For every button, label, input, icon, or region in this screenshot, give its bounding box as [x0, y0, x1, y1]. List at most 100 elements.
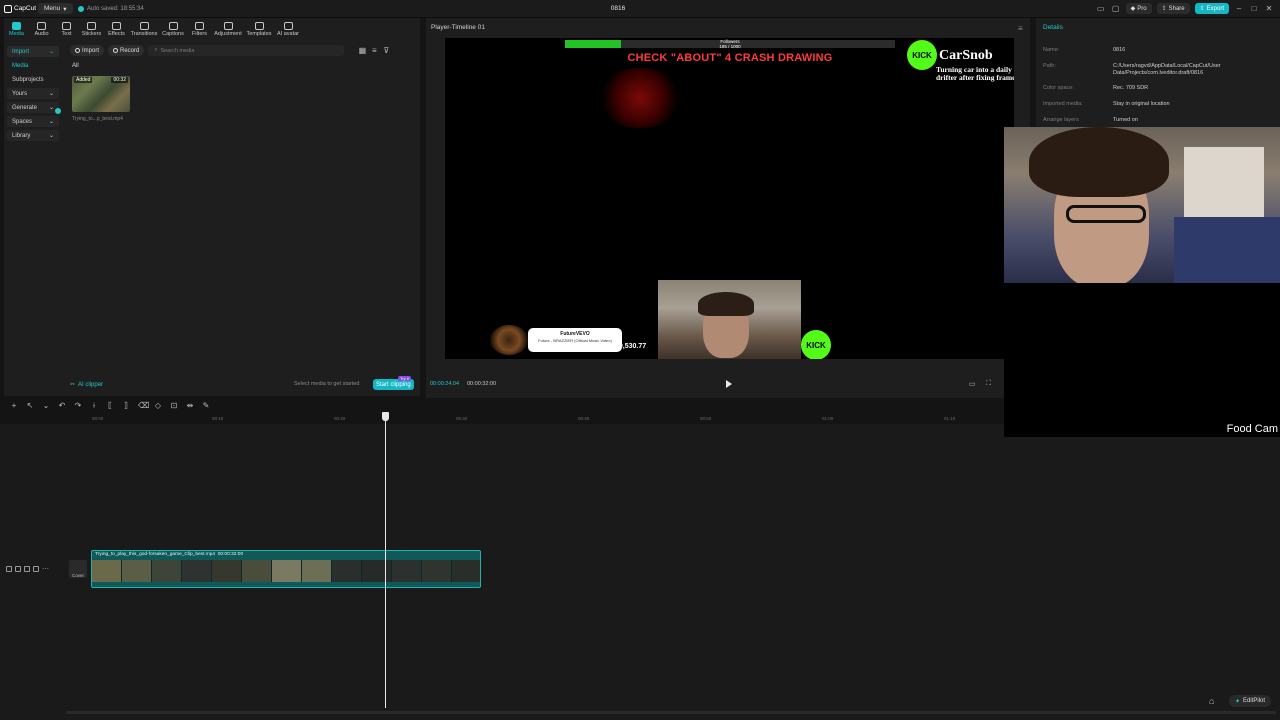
sort-icon[interactable]: ≡	[370, 46, 378, 55]
captions-icon	[168, 21, 178, 30]
detail-label-path: Path:	[1043, 63, 1056, 69]
audio-icon	[37, 21, 46, 30]
hair	[1029, 127, 1169, 197]
layout-icon[interactable]: ▭	[1096, 4, 1106, 13]
track-controls: ⋯	[6, 563, 49, 575]
fullscreen-icon[interactable]: ⛶	[986, 380, 991, 388]
clip-frame	[242, 560, 272, 582]
tab-stickers[interactable]: Stickers	[79, 18, 104, 40]
tab-templates[interactable]: Templates	[244, 18, 274, 40]
cover-button[interactable]: Cover	[69, 560, 87, 578]
brand-tagline: Turning car into a daily drifter after f…	[936, 65, 1014, 82]
tab-audio[interactable]: Audio	[29, 18, 54, 40]
tab-adjustment[interactable]: Adjustment	[212, 18, 244, 40]
editpilot-button[interactable]: ✦ EditPilot	[1229, 695, 1272, 707]
add-icon[interactable]: +	[10, 402, 18, 410]
chat-icon[interactable]: ⌂	[1209, 696, 1219, 706]
hair	[698, 292, 754, 316]
tab-media[interactable]: Media	[4, 18, 29, 40]
search-input[interactable]: ⌕ Search media	[148, 45, 345, 56]
clip-frames	[92, 560, 480, 582]
ai-clipper-button[interactable]: ✂ AI clipper	[70, 381, 103, 389]
sidebar-item-import[interactable]: Import ⌄	[7, 46, 59, 57]
menu-button[interactable]: Menu ▾	[38, 3, 73, 14]
media-thumbnail[interactable]: Added 00:32	[72, 76, 130, 112]
tab-filters[interactable]: Filters	[187, 18, 212, 40]
sidebar-item-generate[interactable]: Generate ⌄	[7, 102, 59, 113]
ruler-tick: 00:20	[334, 416, 346, 421]
player-title: Player-Timeline 01	[431, 24, 485, 31]
more-icon[interactable]: ≡	[1018, 24, 1023, 33]
more-icon[interactable]: ⋯	[42, 565, 49, 573]
record-icon	[113, 48, 119, 53]
sidebar-item-library[interactable]: Library ⌄	[7, 130, 59, 141]
tab-effects[interactable]: Effects	[104, 18, 129, 40]
media-icon	[12, 21, 21, 30]
chevron-down-icon[interactable]: ⌄	[42, 402, 50, 410]
share-icon: ⇪	[1161, 6, 1167, 12]
tab-captions[interactable]: Captions	[159, 18, 187, 40]
clip-frame	[392, 560, 422, 582]
maximize-icon[interactable]: □	[1249, 4, 1259, 13]
media-panel	[4, 18, 420, 396]
timeline-ruler[interactable]: 00:00 00:10 00:20 00:30 00:40 00:50 01:0…	[68, 414, 1004, 424]
templates-icon	[254, 21, 264, 30]
grid-view-icon[interactable]: ▦	[358, 46, 367, 55]
main-toolbar: Media Audio Text Stickers Effects Transi…	[4, 18, 420, 40]
ai-edit-icon[interactable]: ✎	[202, 402, 210, 410]
clipper-hint: Select media to get started	[294, 381, 360, 387]
split-icon[interactable]: ⟊	[90, 402, 98, 410]
playhead[interactable]	[385, 412, 386, 708]
clip-frame	[332, 560, 362, 582]
share-button[interactable]: ⇪ Share	[1156, 3, 1190, 14]
current-time: 00:00:24:04	[430, 381, 460, 387]
redo-icon[interactable]: ↷	[74, 402, 82, 410]
shield-icon[interactable]: ◇	[154, 402, 162, 410]
delete-icon[interactable]: ⌫	[138, 402, 149, 410]
media-sidenav: Import ⌄ Media Subprojects Yours ⌄ Generat…	[4, 43, 62, 393]
split-left-icon[interactable]: ⟦	[106, 402, 114, 410]
ruler-tick: 00:10	[212, 416, 224, 421]
ratio-icon[interactable]: ▭	[969, 380, 976, 388]
crop-icon[interactable]: ⊡	[170, 402, 178, 410]
food-cam-overlay: Food Cam	[1004, 283, 1280, 437]
close-icon[interactable]: ✕	[1264, 4, 1274, 13]
lock-icon[interactable]	[15, 566, 21, 572]
badge-dot	[55, 108, 61, 114]
filter-icon[interactable]: ⊽	[382, 46, 390, 55]
stock-ticker: 99,530.77	[615, 343, 647, 350]
export-button[interactable]: ⇧ Export	[1194, 3, 1229, 14]
undo-icon[interactable]: ↶	[58, 402, 66, 410]
pro-button[interactable]: ◆ Pro	[1125, 3, 1152, 14]
video-headline: CHECK "ABOUT" 4 CRASH DRAWING	[627, 52, 833, 64]
import-button[interactable]: Import	[70, 45, 105, 56]
monitor-icon[interactable]: ▢	[1111, 4, 1121, 13]
play-icon[interactable]	[726, 380, 732, 388]
timeline-scrollbar[interactable]	[66, 711, 1276, 714]
minimize-icon[interactable]: –	[1234, 4, 1244, 13]
mirror-icon[interactable]: ⇹	[186, 402, 194, 410]
effects-icon	[112, 21, 121, 30]
tab-ai-avatar[interactable]: AI avatar	[274, 18, 302, 40]
speaker-icon[interactable]	[33, 566, 39, 572]
record-button[interactable]: Record	[108, 45, 145, 56]
video-clip[interactable]: Trying_to_play_this_god-forsaken_game_Cl…	[91, 550, 481, 588]
filter-all[interactable]: All	[72, 63, 79, 69]
chevron-down-icon: ▾	[63, 5, 67, 13]
sidebar-item-spaces[interactable]: Spaces ⌄	[7, 116, 59, 127]
split-right-icon[interactable]: ⟧	[122, 402, 130, 410]
video-preview[interactable]: Followers 185 / 1000 CHECK "ABOUT" 4 CRA…	[445, 38, 1014, 359]
tab-text[interactable]: Text	[54, 18, 79, 40]
sidebar-item-media[interactable]: Media	[7, 60, 59, 71]
tab-transitions[interactable]: Transitions	[129, 18, 159, 40]
clip-frame	[302, 560, 332, 582]
detail-value-layers: Turned on	[1113, 117, 1138, 123]
track-type-icon[interactable]	[6, 566, 12, 572]
eye-icon[interactable]	[24, 566, 30, 572]
duration-badge: 00:32	[111, 77, 128, 83]
select-icon[interactable]: ↖	[26, 402, 34, 410]
sidebar-item-subprojects[interactable]: Subprojects	[7, 74, 59, 85]
food-cam-label: Food Cam	[1226, 423, 1278, 435]
try-badge: Try it	[398, 376, 411, 381]
sidebar-item-yours[interactable]: Yours ⌄	[7, 88, 59, 99]
